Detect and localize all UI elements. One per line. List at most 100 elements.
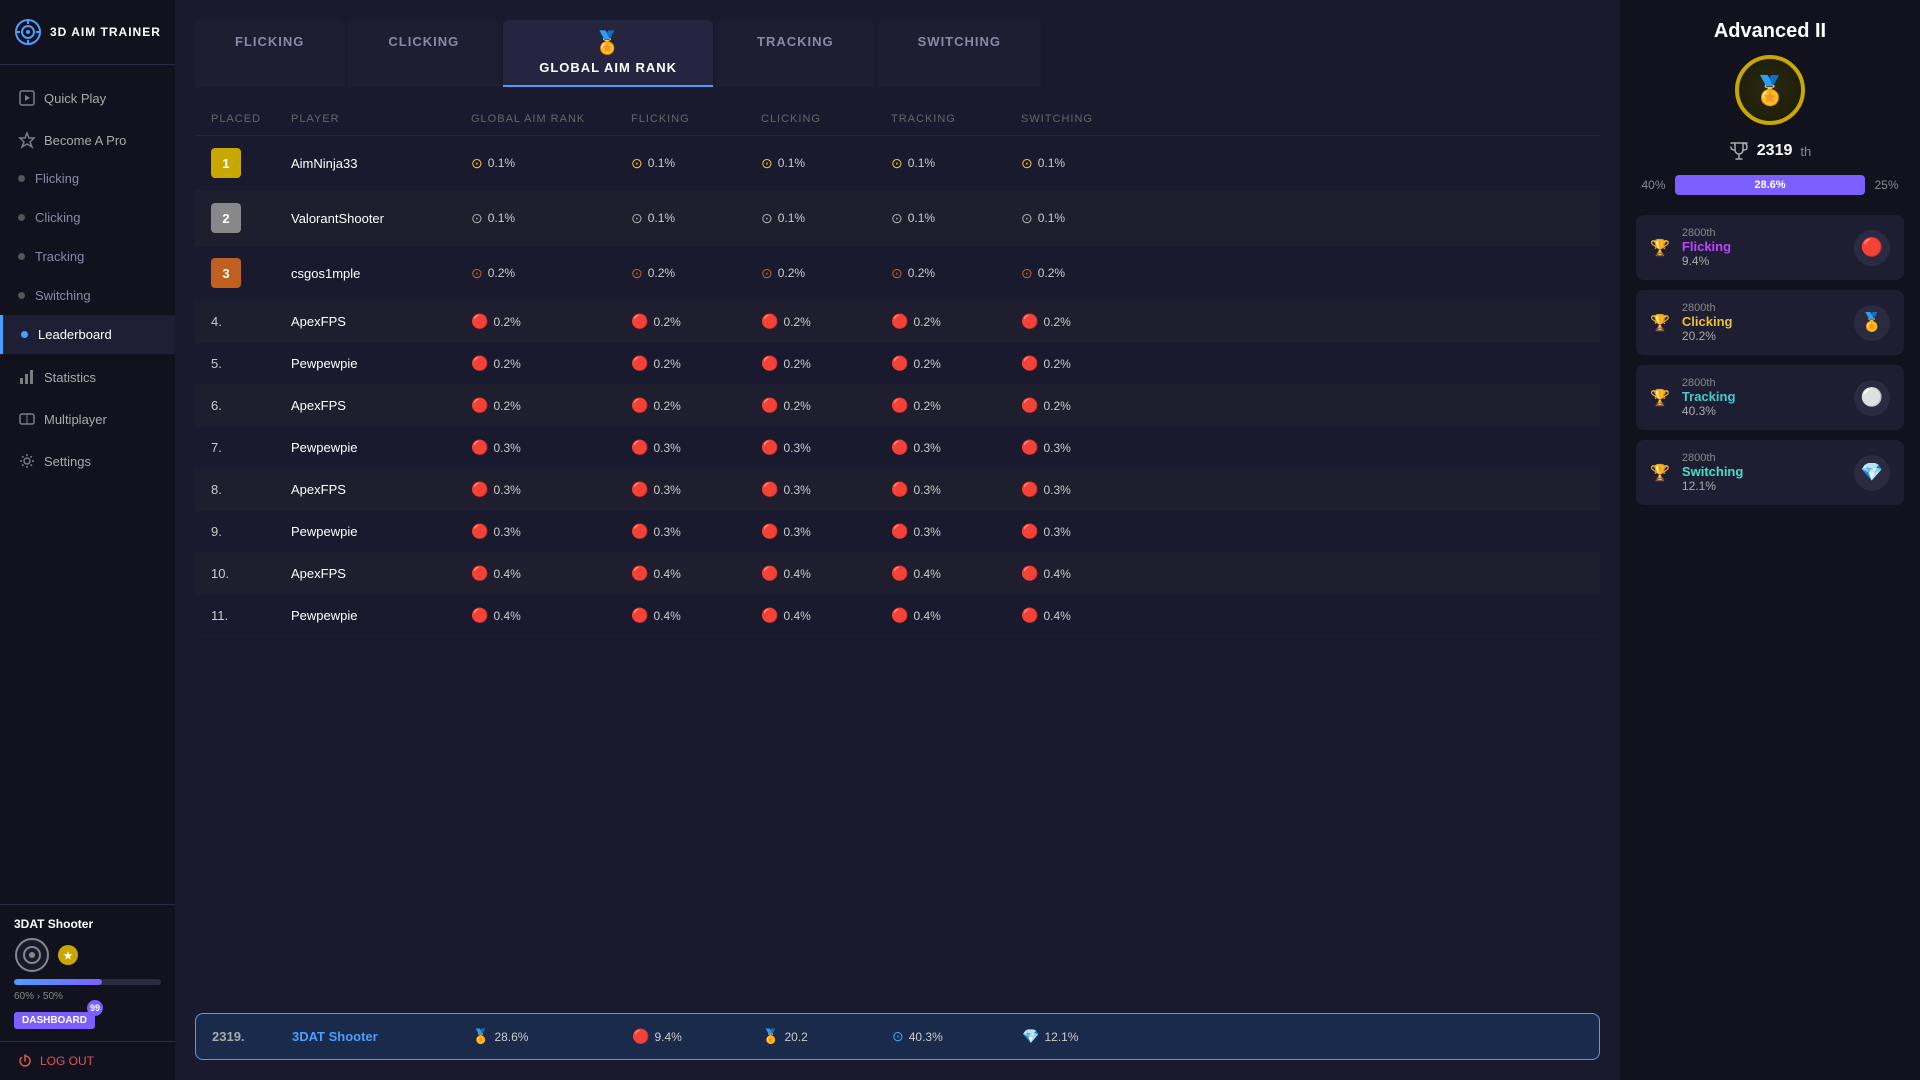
- profile-badge-icon: ★: [56, 943, 80, 967]
- cell-switching: 🔴0.4%: [1021, 607, 1151, 624]
- cell-tracking: 🔴0.3%: [891, 439, 1021, 456]
- cell-tracking: 🔴0.3%: [891, 523, 1021, 540]
- rank-badge: 5.: [211, 356, 222, 371]
- icon: 🔴: [1021, 313, 1038, 330]
- skill-pct: 40.3%: [1682, 404, 1842, 418]
- cell-tracking: ⊙0.1%: [891, 155, 1021, 172]
- user-clicking: 🏅 20.2: [762, 1028, 892, 1045]
- cell-clicking: ⊙0.1%: [761, 210, 891, 227]
- col-tracking: TRACKING: [891, 113, 1021, 125]
- sidebar-item-quickplay[interactable]: Quick Play: [0, 75, 175, 117]
- cell-tracking: ⊙0.2%: [891, 265, 1021, 282]
- cell-global: 🔴0.4%: [471, 565, 631, 582]
- logout-label: LOG OUT: [40, 1054, 94, 1068]
- svg-text:★: ★: [64, 951, 73, 962]
- cell-switching: ⊙0.1%: [1021, 155, 1151, 172]
- cell-global: 🔴0.3%: [471, 481, 631, 498]
- table-row[interactable]: 2 ValorantShooter ⊙0.1% ⊙0.1% ⊙0.1% ⊙0.1…: [195, 191, 1600, 246]
- cell-flicking: 🔴0.3%: [631, 523, 761, 540]
- table-row[interactable]: 4. ApexFPS 🔴0.2% 🔴0.2% 🔴0.2% 🔴0.2% 🔴0.2%: [195, 301, 1600, 343]
- user-switching-icon: 💎: [1022, 1028, 1039, 1045]
- icon: 🔴: [471, 481, 488, 498]
- user-player: 3DAT Shooter: [292, 1029, 472, 1044]
- dashboard-button[interactable]: DASHBOARD: [14, 1012, 95, 1029]
- cell-tracking: 🔴0.2%: [891, 313, 1021, 330]
- table-row[interactable]: 5. Pewpewpie 🔴0.2% 🔴0.2% 🔴0.2% 🔴0.2% 🔴0.…: [195, 343, 1600, 385]
- table-row[interactable]: 3 csgos1mple ⊙0.2% ⊙0.2% ⊙0.2% ⊙0.2% ⊙0.…: [195, 246, 1600, 301]
- cell-flicking: 🔴0.4%: [631, 565, 761, 582]
- cell-global: ⊙0.2%: [471, 265, 631, 282]
- icon: 🔴: [471, 439, 488, 456]
- cell-place: 3: [211, 258, 291, 288]
- user-place: 2319.: [212, 1029, 292, 1044]
- icon: ⊙: [761, 155, 773, 172]
- tab-global-aim-rank[interactable]: 🏅 GLOBAL AIM RANK: [503, 20, 713, 87]
- skill-pct: 12.1%: [1682, 479, 1842, 493]
- table-row[interactable]: 8. ApexFPS 🔴0.3% 🔴0.3% 🔴0.3% 🔴0.3% 🔴0.3%: [195, 469, 1600, 511]
- cell-switching: 🔴0.2%: [1021, 355, 1151, 372]
- trophy-icon: [1729, 141, 1749, 161]
- table-row[interactable]: 7. Pewpewpie 🔴0.3% 🔴0.3% 🔴0.3% 🔴0.3% 🔴0.…: [195, 427, 1600, 469]
- sidebar-item-tracking[interactable]: Tracking: [0, 237, 175, 276]
- sidebar-logo[interactable]: 3D AIM TRAINER: [0, 0, 175, 65]
- icon: 🔴: [891, 523, 908, 540]
- skill-row-tracking: 🏆 2800th Tracking 40.3% ⚪: [1636, 365, 1904, 430]
- user-global: 🏅 28.6%: [472, 1028, 632, 1045]
- rank-bar-fill: 28.6%: [1675, 175, 1865, 195]
- skill-trophy: 🏆: [1650, 388, 1670, 408]
- rank-badge: 11.: [211, 608, 228, 623]
- cell-clicking: ⊙0.1%: [761, 155, 891, 172]
- skill-info: 2800th Tracking 40.3%: [1682, 377, 1842, 418]
- logout-button[interactable]: LOG OUT: [0, 1041, 175, 1080]
- cell-flicking: ⊙0.1%: [631, 155, 761, 172]
- logo-text: 3D AIM TRAINER: [50, 25, 161, 39]
- table-row[interactable]: 6. ApexFPS 🔴0.2% 🔴0.2% 🔴0.2% 🔴0.2% 🔴0.2%: [195, 385, 1600, 427]
- cell-player: ApexFPS: [291, 314, 471, 329]
- sidebar-item-label-settings: Settings: [44, 454, 91, 469]
- cell-place: 6.: [211, 398, 291, 413]
- tracking-dot: [18, 253, 25, 260]
- rank-circle: 🏅: [1735, 55, 1805, 125]
- skill-trophy: 🏆: [1650, 238, 1670, 258]
- table-row[interactable]: 11. Pewpewpie 🔴0.4% 🔴0.4% 🔴0.4% 🔴0.4% 🔴0…: [195, 595, 1600, 637]
- sidebar-item-settings[interactable]: Settings: [0, 438, 175, 480]
- multiplayer-icon: [18, 410, 36, 428]
- skill-trophy: 🏆: [1650, 463, 1670, 483]
- icon: ⊙: [631, 265, 643, 282]
- profile-progress-fill: [14, 979, 102, 985]
- sidebar-item-statistics[interactable]: Statistics: [0, 354, 175, 396]
- col-placed: PLACED: [211, 113, 291, 125]
- icon: ⊙: [471, 265, 483, 282]
- user-flicking: 🔴 9.4%: [632, 1028, 762, 1045]
- sidebar-item-leaderboard[interactable]: Leaderboard: [0, 315, 175, 354]
- icon: 🔴: [1021, 565, 1038, 582]
- cell-clicking: 🔴0.4%: [761, 607, 891, 624]
- cell-switching: 🔴0.4%: [1021, 565, 1151, 582]
- sidebar-item-flicking[interactable]: Flicking: [0, 159, 175, 198]
- table-row[interactable]: 10. ApexFPS 🔴0.4% 🔴0.4% 🔴0.4% 🔴0.4% 🔴0.4…: [195, 553, 1600, 595]
- user-global-icon: 🏅: [472, 1028, 489, 1045]
- sidebar-item-clicking[interactable]: Clicking: [0, 198, 175, 237]
- sidebar-item-label-flicking: Flicking: [35, 171, 79, 186]
- user-tracking: ⊙ 40.3%: [892, 1028, 1022, 1045]
- cell-place: 2: [211, 203, 291, 233]
- tab-clicking[interactable]: CLICKING: [348, 20, 499, 87]
- profile-progress-bar: [14, 979, 161, 985]
- sidebar-item-multiplayer[interactable]: Multiplayer: [0, 396, 175, 438]
- power-icon: [18, 1054, 32, 1068]
- cell-switching: 🔴0.3%: [1021, 523, 1151, 540]
- table-row[interactable]: 9. Pewpewpie 🔴0.3% 🔴0.3% 🔴0.3% 🔴0.3% 🔴0.…: [195, 511, 1600, 553]
- sidebar-item-switching[interactable]: Switching: [0, 276, 175, 315]
- cell-player: ApexFPS: [291, 398, 471, 413]
- tab-tracking[interactable]: TRACKING: [717, 20, 874, 87]
- tab-flicking[interactable]: FLICKING: [195, 20, 344, 87]
- cell-global: 🔴0.3%: [471, 439, 631, 456]
- cell-place: 9.: [211, 524, 291, 539]
- sidebar-item-becomepro[interactable]: Become A Pro: [0, 117, 175, 159]
- cell-clicking: 🔴0.2%: [761, 313, 891, 330]
- sidebar: 3D AIM TRAINER Quick Play Become A Pro F…: [0, 0, 175, 1080]
- table-row[interactable]: 1 AimNinja33 ⊙0.1% ⊙0.1% ⊙0.1% ⊙0.1% ⊙0.…: [195, 136, 1600, 191]
- col-switching: SWITCHING: [1021, 113, 1151, 125]
- cell-player: Pewpewpie: [291, 608, 471, 623]
- tab-switching[interactable]: SWITCHING: [878, 20, 1041, 87]
